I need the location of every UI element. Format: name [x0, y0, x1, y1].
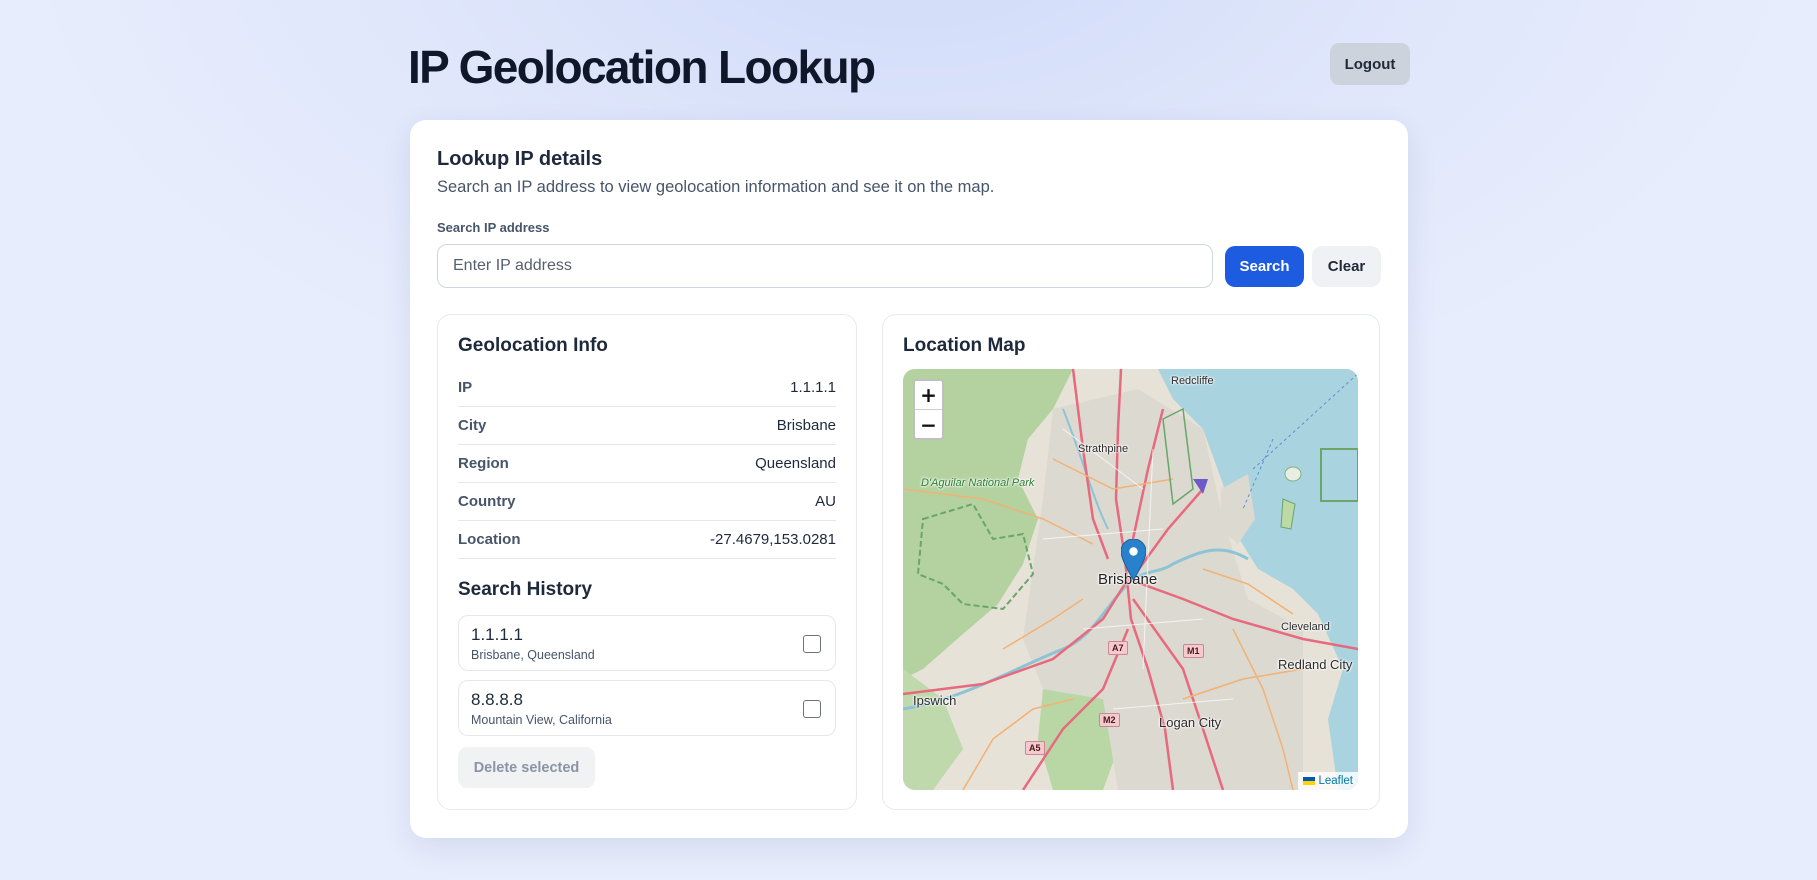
delete-selected-button[interactable]: Delete selected: [458, 747, 595, 788]
map-label-daguilar-park: D'Aguilar National Park: [921, 477, 1035, 489]
lookup-subtitle: Search an IP address to view geolocation…: [437, 178, 995, 196]
road-shield-m1: M1: [1183, 644, 1204, 658]
zoom-out-button[interactable]: −: [915, 410, 942, 438]
info-value: Brisbane: [776, 417, 836, 434]
history-checkbox[interactable]: [803, 700, 821, 718]
page-title: IP Geolocation Lookup: [408, 41, 876, 93]
lookup-title: Lookup IP details: [437, 148, 603, 170]
geolocation-info-list: IP 1.1.1.1 City Brisbane Region Queensla…: [458, 369, 836, 559]
ukraine-flag-icon: [1303, 777, 1316, 785]
info-row-region: Region Queensland: [458, 445, 836, 483]
info-key: IP: [458, 379, 473, 396]
search-history-title: Search History: [458, 579, 593, 600]
history-item[interactable]: 1.1.1.1 Brisbane, Queensland: [458, 615, 836, 671]
geolocation-panel: Geolocation Info IP 1.1.1.1 City Brisban…: [437, 314, 857, 810]
map-label-strathpine: Strathpine: [1078, 443, 1129, 455]
info-value: Queensland: [755, 455, 836, 472]
clear-button[interactable]: Clear: [1312, 246, 1381, 287]
logout-button[interactable]: Logout: [1330, 43, 1410, 85]
info-value: -27.4679,153.0281: [710, 531, 836, 548]
zoom-control: + −: [913, 379, 944, 440]
map-pin-icon[interactable]: [1121, 539, 1146, 580]
geolocation-title: Geolocation Info: [458, 335, 608, 356]
search-label: Search IP address: [437, 220, 550, 235]
header: IP Geolocation Lookup Logout: [408, 36, 1410, 96]
map-label-cleveland: Cleveland: [1281, 621, 1330, 633]
history-item[interactable]: 8.8.8.8 Mountain View, California: [458, 680, 836, 736]
info-row-country: Country AU: [458, 483, 836, 521]
info-value: AU: [815, 493, 836, 510]
search-button[interactable]: Search: [1225, 246, 1304, 287]
map-view[interactable]: Redcliffe Strathpine D'Aguilar National …: [903, 369, 1358, 790]
history-ip: 1.1.1.1: [471, 625, 523, 644]
road-shield-a5: A5: [1025, 741, 1045, 755]
history-location: Mountain View, California: [471, 713, 612, 727]
info-key: Country: [458, 493, 516, 510]
location-map-title: Location Map: [903, 335, 1026, 356]
info-key: Location: [458, 531, 521, 548]
zoom-in-button[interactable]: +: [915, 381, 942, 410]
map-attribution: Leaflet: [1298, 772, 1358, 790]
map-label-redland-city: Redland City: [1278, 657, 1353, 672]
map-label-logan-city: Logan City: [1159, 715, 1222, 730]
info-row-ip: IP 1.1.1.1: [458, 369, 836, 407]
history-location: Brisbane, Queensland: [471, 648, 595, 662]
info-value: 1.1.1.1: [790, 379, 836, 396]
location-map-panel: Location Map Redcliffe Strathpine D'Agui…: [882, 314, 1380, 810]
info-row-city: City Brisbane: [458, 407, 836, 445]
info-key: City: [458, 417, 487, 434]
road-shield-a7: A7: [1108, 641, 1128, 655]
search-input[interactable]: [437, 244, 1213, 288]
info-key: Region: [458, 455, 509, 472]
info-row-location: Location -27.4679,153.0281: [458, 521, 836, 559]
lookup-card: Lookup IP details Search an IP address t…: [410, 120, 1408, 838]
leaflet-link[interactable]: Leaflet: [1318, 775, 1353, 787]
road-shield-m2: M2: [1099, 713, 1120, 727]
history-checkbox[interactable]: [803, 635, 821, 653]
map-label-redcliffe: Redcliffe: [1171, 375, 1214, 387]
map-label-ipswich: Ipswich: [913, 693, 957, 708]
history-ip: 8.8.8.8: [471, 690, 523, 709]
